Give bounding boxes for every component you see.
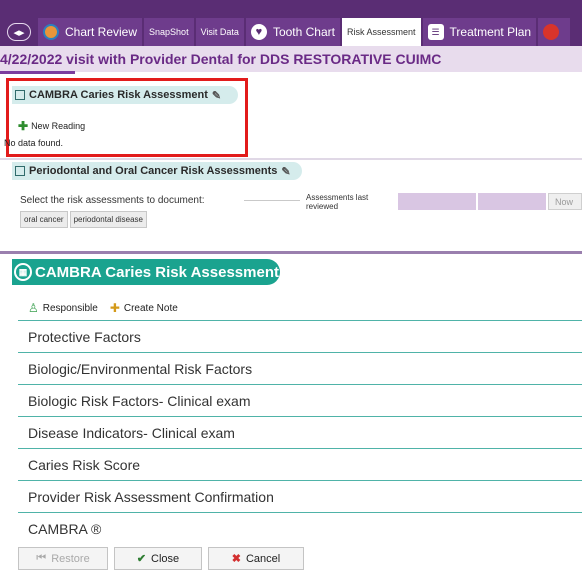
create-note-icon: ✚ bbox=[109, 301, 120, 315]
new-reading-link[interactable]: ✚ New Reading bbox=[18, 119, 85, 133]
check-icon: ✔ bbox=[136, 553, 147, 565]
divider-line bbox=[244, 200, 300, 201]
category-protective-factors[interactable]: Protective Factors bbox=[18, 320, 582, 352]
tab-overflow-icon bbox=[543, 24, 560, 40]
cancel-button[interactable]: ✖ Cancel bbox=[208, 547, 304, 570]
tab-more[interactable] bbox=[538, 18, 571, 46]
tab-risk-assessment[interactable]: Risk Assessment bbox=[341, 18, 421, 46]
tab-tooth-chart[interactable]: ♥ Tooth Chart bbox=[245, 18, 340, 46]
visit-title: 4/22/2022 visit with Provider Dental for… bbox=[0, 51, 442, 67]
reviewed-date-field[interactable] bbox=[398, 193, 476, 210]
category-cambra[interactable]: CAMBRA ® bbox=[18, 512, 582, 544]
restore-label: Restore bbox=[51, 552, 90, 565]
restore-icon: ⏮ bbox=[36, 552, 47, 564]
now-button[interactable]: Now bbox=[548, 193, 582, 210]
new-reading-label: New Reading bbox=[31, 121, 86, 131]
category-biologic-clinical[interactable]: Biologic Risk Factors- Clinical exam bbox=[18, 384, 582, 416]
category-provider-confirmation[interactable]: Provider Risk Assessment Confirmation bbox=[18, 480, 582, 512]
select-assessments-label: Select the risk assessments to document: bbox=[20, 195, 205, 206]
tab-label: Chart Review bbox=[65, 25, 138, 39]
category-disease-indicators[interactable]: Disease Indicators- Clinical exam bbox=[18, 416, 582, 448]
perio-section-header[interactable]: Periodontal and Oral Cancer Risk Assessm… bbox=[12, 162, 302, 180]
section-divider bbox=[0, 251, 582, 254]
last-reviewed-label: Assessments last reviewed bbox=[306, 193, 369, 211]
grid-icon bbox=[15, 90, 25, 100]
cambra-categories: Protective Factors Biologic/Environmenta… bbox=[18, 320, 582, 544]
perio-section-title: Periodontal and Oral Cancer Risk Assessm… bbox=[29, 165, 278, 177]
banner-underline bbox=[0, 71, 75, 74]
section-divider bbox=[0, 158, 582, 160]
tab-label: Treatment Plan bbox=[449, 25, 532, 39]
tab-label: Risk Assessment bbox=[346, 27, 416, 37]
cambra-title: CAMBRA Caries Risk Assessment bbox=[35, 263, 279, 281]
tab-visit-data[interactable]: Visit Data bbox=[195, 18, 244, 46]
close-label: Close bbox=[151, 552, 180, 565]
caries-section-title: CAMBRA Caries Risk Assessment bbox=[29, 89, 208, 101]
responsible-button[interactable]: Responsible bbox=[43, 303, 98, 314]
close-x-icon: ✖ bbox=[231, 553, 241, 565]
tab-label: Visit Data bbox=[200, 27, 239, 37]
tab-bar: ◂▸ Chart Review SnapShot Visit Data ♥ To… bbox=[0, 0, 582, 46]
plus-icon: ✚ bbox=[18, 119, 29, 133]
responsible-icon: ♙ bbox=[28, 301, 39, 315]
treatment-plan-icon: ☰ bbox=[427, 24, 444, 40]
chip-oral-cancer[interactable]: oral cancer bbox=[20, 211, 68, 228]
category-biologic-environmental[interactable]: Biologic/Environmental Risk Factors bbox=[18, 352, 582, 384]
tab-treatment-plan[interactable]: ☰ Treatment Plan bbox=[422, 18, 537, 46]
assessment-chips: oral cancer periodontal disease bbox=[20, 211, 147, 228]
create-note-button[interactable]: Create Note bbox=[124, 303, 178, 314]
tab-snapshot[interactable]: SnapShot bbox=[144, 18, 194, 46]
tooth-icon: ♥ bbox=[250, 24, 267, 40]
category-caries-risk-score[interactable]: Caries Risk Score bbox=[18, 448, 582, 480]
tab-label: SnapShot bbox=[149, 27, 189, 37]
cambra-header: ▦ CAMBRA Caries Risk Assessment bbox=[12, 259, 280, 285]
pencil-icon: ✎ bbox=[211, 89, 222, 102]
no-data-text: No data found. bbox=[4, 138, 64, 148]
back-forward-button[interactable]: ◂▸ bbox=[0, 18, 38, 46]
tab-row: ◂▸ Chart Review SnapShot Visit Data ♥ To… bbox=[0, 18, 582, 46]
reviewed-time-field[interactable] bbox=[478, 193, 546, 210]
cancel-label: Cancel bbox=[245, 552, 281, 565]
chart-review-icon bbox=[43, 24, 59, 40]
action-buttons: ⏮ Restore ✔ Close ✖ Cancel bbox=[18, 547, 304, 570]
back-forward-icon: ◂▸ bbox=[7, 23, 31, 41]
tab-label: Tooth Chart bbox=[272, 25, 335, 39]
chip-periodontal-disease[interactable]: periodontal disease bbox=[69, 211, 147, 228]
form-icon bbox=[15, 166, 25, 176]
cambra-toolbar: ♙ Responsible ✚ Create Note bbox=[28, 301, 178, 315]
visit-banner: 4/22/2022 visit with Provider Dental for… bbox=[0, 46, 582, 72]
pencil-icon: ✎ bbox=[281, 165, 291, 178]
caries-section-header[interactable]: CAMBRA Caries Risk Assessment ✎ bbox=[12, 86, 238, 104]
tab-chart-review[interactable]: Chart Review bbox=[38, 18, 143, 46]
restore-button[interactable]: ⏮ Restore bbox=[18, 547, 108, 570]
grid-icon: ▦ bbox=[14, 263, 32, 281]
close-button[interactable]: ✔ Close bbox=[114, 547, 202, 570]
